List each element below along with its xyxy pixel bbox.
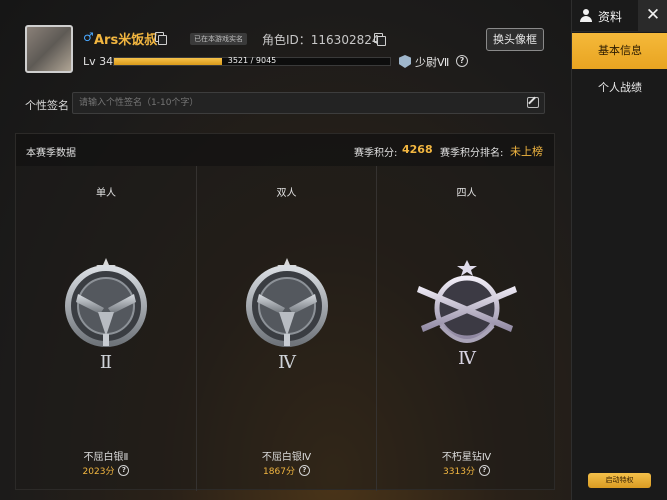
signature-label: 个性签名 — [25, 99, 69, 112]
xp-progress-bar: 3521 / 9045 — [113, 56, 391, 66]
profile-main: ♂ Ars米饭叔 已在本游戏实名 角色ID：116302824 换头像框 Lv … — [0, 0, 570, 500]
tier-points: 1867分? — [197, 464, 376, 477]
tier-points-value: 2023分 — [82, 467, 115, 477]
status-tag: 已在本游戏实名 — [190, 33, 247, 45]
tier-help-icon[interactable]: ? — [118, 465, 130, 476]
tab-personal-record[interactable]: 个人战绩 — [572, 70, 667, 106]
tier-name: 不屈白银Ⅱ — [83, 452, 129, 463]
username: Ars米饭叔 — [94, 33, 158, 48]
tier-points-value: 3313分 — [443, 467, 475, 477]
mode-title: 双人 — [276, 188, 297, 199]
tier-points: 2023分? — [16, 464, 196, 477]
avatar[interactable] — [25, 25, 73, 73]
tier-name: 不朽星钻Ⅳ — [441, 452, 492, 463]
close-button[interactable]: ✕ — [638, 0, 667, 32]
edit-icon[interactable] — [527, 97, 539, 108]
change-avatar-frame-button[interactable]: 换头像框 — [486, 28, 544, 51]
user-icon — [580, 9, 592, 22]
tier-numeral: Ⅳ — [458, 348, 477, 369]
launch-privilege-button[interactable]: 启动特权 — [588, 473, 651, 488]
sidebar-title: 资料 — [598, 10, 623, 24]
season-score-label: 赛季积分: — [354, 148, 398, 159]
mode-duo[interactable]: 双人 Ⅳ 不屈白银Ⅳ 1867分? — [196, 166, 376, 491]
copy-id-icon[interactable] — [374, 33, 386, 46]
sidebar-header: 资料 ✕ — [572, 0, 667, 32]
level-label: Lv 34 — [83, 55, 114, 68]
mode-solo[interactable]: 单人 Ⅱ 不屈白银Ⅱ 2023分? — [16, 166, 196, 491]
xp-text: 3521 / 9045 — [227, 56, 277, 65]
season-title: 本赛季数据 — [26, 148, 76, 159]
tier-numeral: Ⅱ — [100, 352, 112, 373]
sidebar: 资料 ✕ 基本信息 个人战绩 启动特权 — [571, 0, 667, 500]
season-panel: 本赛季数据 赛季积分: 4268 赛季积分排名: 未上榜 单人 Ⅱ 不屈白银Ⅱ … — [15, 133, 556, 491]
tier-name: 不屈白银Ⅳ — [261, 452, 312, 463]
mode-title: 四人 — [456, 188, 477, 199]
tier-numeral: Ⅳ — [278, 352, 297, 373]
role-id: 角色ID：116302824 — [262, 33, 380, 47]
tier-help-icon[interactable]: ? — [298, 465, 310, 476]
silver-pistols-emblem-icon: Ⅳ — [246, 258, 328, 373]
signature-input[interactable] — [72, 92, 545, 114]
mode-squad[interactable]: 四人 Ⅳ 不朽星钻Ⅳ 3313分? — [376, 166, 556, 491]
military-rank-icon — [399, 55, 411, 68]
gender-icon: ♂ — [83, 30, 94, 44]
tier-help-icon[interactable]: ? — [478, 465, 490, 476]
military-rank-label: 少尉Ⅶ — [415, 56, 450, 69]
season-score-value: 4268 — [402, 143, 433, 156]
tab-basic-info[interactable]: 基本信息 — [572, 33, 667, 69]
season-header: 本赛季数据 赛季积分: 4268 赛季积分排名: 未上榜 — [16, 134, 554, 166]
tier-points: 3313分? — [377, 464, 556, 477]
mode-title: 单人 — [96, 188, 116, 199]
rank-help-icon[interactable]: ? — [456, 55, 468, 67]
copy-username-icon[interactable] — [155, 32, 167, 45]
season-rank-value: 未上榜 — [510, 145, 543, 158]
silver-pistols-emblem-icon: Ⅱ — [65, 258, 147, 373]
season-rank-label: 赛季积分排名: — [440, 148, 504, 159]
tier-points-value: 1867分 — [263, 467, 295, 477]
diamond-rifles-emblem-icon: Ⅳ — [417, 260, 517, 369]
